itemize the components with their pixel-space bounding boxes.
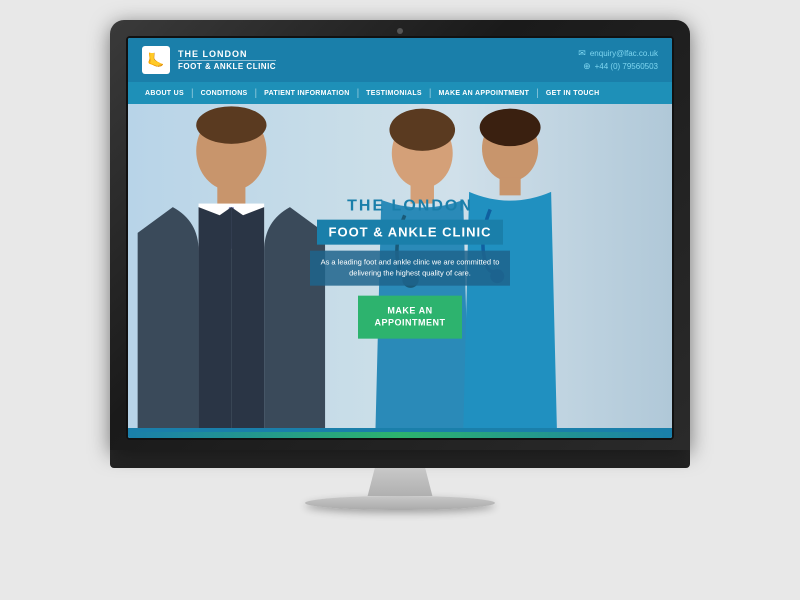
cta-line2: APPOINTMENT [374,317,445,330]
nav-link-about[interactable]: ABOUT US [138,90,191,97]
nav-link-patient[interactable]: PATIENT INFORMATION [257,90,356,97]
monitor: 🦶 THE LONDON FOOT & ANKLE CLINIC ✉ enqui… [110,20,690,580]
monitor-bezel: 🦶 THE LONDON FOOT & ANKLE CLINIC ✉ enqui… [110,20,690,450]
logo-text: THE LONDON FOOT & ANKLE CLINIC [178,49,276,71]
site-nav: ABOUT US | CONDITIONS | PATIENT INFORMAT… [128,82,672,104]
nav-link-contact[interactable]: GET IN TOUCH [539,90,607,97]
phone-contact: ⊕ +44 (0) 79560503 [583,61,658,72]
hero-title-main: FOOT & ANKLE CLINIC [317,220,504,245]
email-icon: ✉ [578,48,586,59]
hero-title-top: THE LONDON [310,198,510,216]
contact-info: ✉ enquiry@lfac.co.uk ⊕ +44 (0) 79560503 [578,48,658,72]
nav-item-conditions: CONDITIONS [194,90,255,97]
monitor-base [305,496,495,510]
nav-item-patient: PATIENT INFORMATION [257,90,356,97]
site-header: 🦶 THE LONDON FOOT & ANKLE CLINIC ✉ enqui… [128,38,672,82]
doctor-figure-svg [128,104,335,432]
nav-item-appointment: MAKE AN APPOINTMENT [432,90,537,97]
monitor-neck [364,468,436,496]
hero-bottom-bar [128,428,672,432]
nav-item-contact: GET IN TOUCH [539,90,607,97]
logo-area: 🦶 THE LONDON FOOT & ANKLE CLINIC [142,46,276,74]
hero-section: THE LONDON FOOT & ANKLE CLINIC As a lead… [128,104,672,432]
phone-text[interactable]: +44 (0) 79560503 [595,62,658,71]
monitor-chin [110,450,690,468]
figure-left [128,104,335,432]
cta-line1: MAKE AN [374,304,445,317]
logo-title-line1: THE LONDON [178,49,276,60]
hero-description: As a leading foot and ankle clinic we ar… [310,251,510,286]
nav-link-appointment[interactable]: MAKE AN APPOINTMENT [432,90,537,97]
nav-item-testimonials: TESTIMONIALS [359,90,429,97]
nav-list: ABOUT US | CONDITIONS | PATIENT INFORMAT… [138,88,607,99]
hero-content: THE LONDON FOOT & ANKLE CLINIC As a lead… [310,198,510,339]
site-bottom-bar [128,432,672,438]
screen: 🦶 THE LONDON FOOT & ANKLE CLINIC ✉ enqui… [126,36,674,440]
email-text[interactable]: enquiry@lfac.co.uk [590,49,658,58]
logo-title-line2: FOOT & ANKLE CLINIC [178,60,276,71]
nav-link-testimonials[interactable]: TESTIMONIALS [359,90,429,97]
cta-button[interactable]: MAKE AN APPOINTMENT [358,295,461,338]
website: 🦶 THE LONDON FOOT & ANKLE CLINIC ✉ enqui… [128,38,672,438]
nav-link-conditions[interactable]: CONDITIONS [194,90,255,97]
logo-icon: 🦶 [142,46,170,74]
nav-item-about: ABOUT US [138,90,191,97]
email-contact: ✉ enquiry@lfac.co.uk [578,48,658,59]
phone-icon: ⊕ [583,61,591,72]
